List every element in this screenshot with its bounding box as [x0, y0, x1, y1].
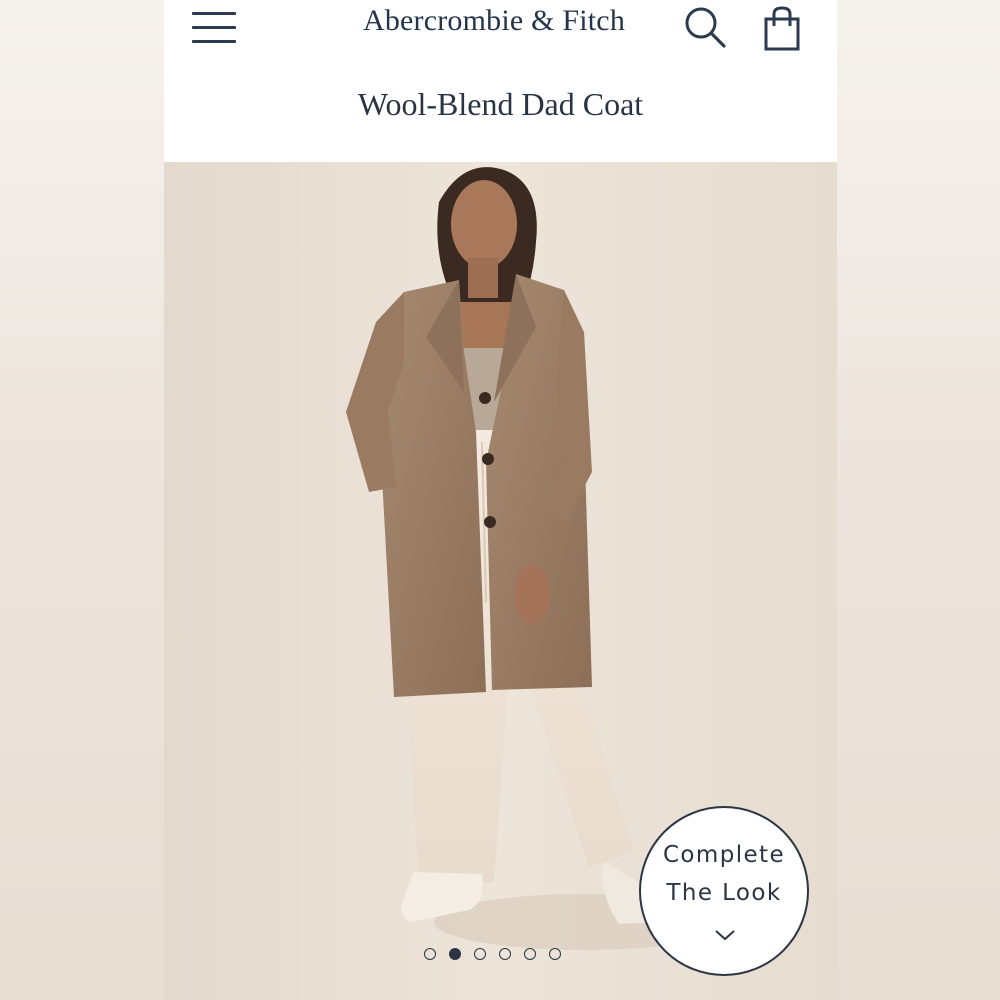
complete-the-look-label-line1: Complete — [662, 842, 786, 868]
site-header: Abercrombie & Fitch Wool-Blend Dad Coat — [164, 0, 837, 162]
image-carousel-indicators — [424, 948, 561, 964]
hamburger-menu-icon[interactable] — [192, 12, 238, 44]
carousel-dot-3[interactable] — [474, 948, 486, 960]
product-title: Wool-Blend Dad Coat — [357, 86, 644, 122]
product-page: Abercrombie & Fitch Wool-Blend Dad Coat — [164, 0, 837, 1000]
carousel-dot-2[interactable] — [449, 948, 461, 960]
left-blurred-backdrop — [0, 0, 164, 1000]
shopping-bag-icon[interactable] — [762, 6, 804, 52]
carousel-dot-4[interactable] — [499, 948, 511, 960]
brand-logo[interactable]: Abercrombie & Fitch — [314, 4, 674, 38]
carousel-dot-6[interactable] — [549, 948, 561, 960]
search-icon[interactable] — [684, 6, 728, 50]
carousel-dot-5[interactable] — [524, 948, 536, 960]
right-blurred-backdrop — [837, 0, 1000, 1000]
complete-the-look-button[interactable]: Complete The Look — [639, 806, 809, 976]
carousel-dot-1[interactable] — [424, 948, 436, 960]
chevron-down-icon — [714, 926, 736, 945]
complete-the-look-label-line2: The Look — [666, 880, 782, 906]
